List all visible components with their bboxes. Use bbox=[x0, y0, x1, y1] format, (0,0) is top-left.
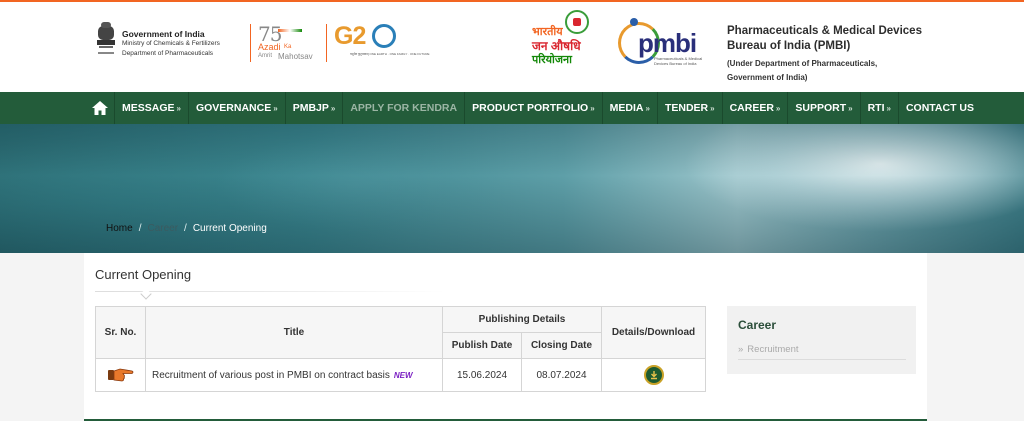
chevron-down-icon: » bbox=[848, 103, 853, 113]
double-chevron-right-icon: » bbox=[738, 344, 744, 355]
nav-item-governance[interactable]: GOVERNANCE» bbox=[189, 92, 286, 124]
breadcrumb-home-link[interactable]: Home bbox=[106, 223, 133, 234]
nav-item-product-portfolio[interactable]: PRODUCT PORTFOLIO» bbox=[465, 92, 603, 124]
chevron-down-icon: » bbox=[330, 103, 336, 113]
g20-lotus-icon bbox=[372, 24, 396, 48]
cell-sr-no bbox=[95, 358, 146, 392]
header-details-download: Details/Download bbox=[601, 306, 706, 359]
bureau-title-block: Pharmaceuticals & Medical Devices Bureau… bbox=[727, 24, 922, 85]
site-header: Government of India Ministry of Chemical… bbox=[0, 2, 1024, 92]
cell-download bbox=[601, 358, 706, 392]
chevron-down-icon: » bbox=[886, 103, 891, 113]
nav-item-media[interactable]: MEDIA» bbox=[603, 92, 658, 124]
national-emblem-icon bbox=[97, 22, 115, 54]
ministry-name: Ministry of Chemicals & Fertilizers bbox=[122, 40, 220, 47]
section-title: Current Opening bbox=[95, 267, 192, 282]
chevron-down-icon: » bbox=[273, 103, 278, 113]
header-divider bbox=[326, 24, 327, 62]
bureau-name: Pharmaceuticals & Medical Devices bbox=[727, 25, 922, 37]
header-title: Title bbox=[145, 306, 443, 359]
g20-logo[interactable]: G2 वसुधैव कुटुम्बकम् ONE EARTH · ONE FAM… bbox=[334, 22, 430, 64]
download-button[interactable] bbox=[643, 365, 664, 385]
home-icon bbox=[91, 101, 108, 115]
nav-item-apply-for-kendra[interactable]: APPLY FOR KENDRA bbox=[343, 92, 466, 124]
breadcrumb: Home / Career / Current Opening bbox=[106, 223, 267, 234]
nav-home[interactable] bbox=[85, 92, 115, 124]
bureau-sub-2: Government of India) bbox=[727, 73, 808, 82]
chevron-down-icon: » bbox=[645, 103, 650, 113]
new-badge: NEW bbox=[393, 370, 413, 380]
table-row: Recruitment of various post in PMBI on c… bbox=[95, 358, 706, 392]
chevron-down-icon: » bbox=[176, 103, 181, 113]
breadcrumb-separator: / bbox=[138, 223, 142, 234]
sidebar-item-recruitment[interactable]: » Recruitment bbox=[738, 344, 906, 360]
header-closing-date: Closing Date bbox=[521, 332, 602, 359]
nav-item-career[interactable]: CAREER» bbox=[723, 92, 789, 124]
cell-publish-date: 15.06.2024 bbox=[442, 358, 522, 392]
header-sr-no: Sr. No. bbox=[95, 306, 146, 359]
breadcrumb-career-link[interactable]: Career bbox=[147, 223, 178, 234]
nav-item-contact-us[interactable]: CONTACT US bbox=[899, 92, 981, 124]
jan-aushadhi-logo[interactable]: भारतीय जन औषधि परियोजना bbox=[530, 10, 592, 70]
chevron-down-icon: » bbox=[710, 103, 715, 113]
nav-item-support[interactable]: SUPPORT» bbox=[788, 92, 861, 124]
breadcrumb-current: Current Opening bbox=[192, 223, 267, 234]
breadcrumb-separator: / bbox=[184, 223, 187, 234]
main-nav: MESSAGE» GOVERNANCE» PMBJP» APPLY FOR KE… bbox=[0, 92, 1024, 124]
tricolor-flag-icon bbox=[278, 29, 302, 32]
openings-table: Sr. No. Title Publishing Details Details… bbox=[95, 306, 706, 392]
header-publish-date: Publish Date bbox=[442, 332, 522, 359]
chevron-down-icon: » bbox=[775, 103, 781, 113]
header-divider bbox=[250, 24, 251, 62]
nav-item-message[interactable]: MESSAGE» bbox=[115, 92, 189, 124]
cell-title: Recruitment of various post in PMBI on c… bbox=[145, 358, 443, 392]
bureau-name-2: Bureau of India (PMBI) bbox=[727, 40, 851, 52]
cell-closing-date: 08.07.2024 bbox=[521, 358, 602, 392]
goi-text-block[interactable]: Government of India Ministry of Chemical… bbox=[122, 29, 220, 59]
opening-title-link[interactable]: Recruitment of various post in PMBI on c… bbox=[152, 370, 390, 381]
header-publishing-details: Publishing Details bbox=[442, 306, 602, 333]
sidebar-title: Career bbox=[738, 318, 777, 332]
chevron-down-icon: » bbox=[590, 103, 595, 113]
pmbi-logo[interactable]: pmbi Pharmaceuticals & Medical Devices B… bbox=[618, 18, 710, 68]
sidebar-item-label: Recruitment bbox=[747, 344, 799, 355]
nav-item-tender[interactable]: TENDER» bbox=[658, 92, 723, 124]
bureau-sub: (Under Department of Pharmaceuticals, bbox=[727, 59, 878, 68]
goi-title: Government of India bbox=[122, 29, 205, 39]
azadi-ka-amrit-mahotsav-logo[interactable]: 75 Azadi Ka Amrit Mahotsav bbox=[258, 22, 318, 64]
medical-cross-icon bbox=[565, 10, 589, 34]
nav-item-rti[interactable]: RTI» bbox=[861, 92, 899, 124]
pointing-hand-icon bbox=[107, 368, 133, 382]
page-banner: Home / Career / Current Opening bbox=[0, 124, 1024, 253]
sidebar-career: Career » Recruitment bbox=[727, 306, 916, 374]
department-name: Department of Pharmaceuticals bbox=[122, 50, 214, 57]
nav-item-pmbjp[interactable]: PMBJP» bbox=[286, 92, 344, 124]
download-icon bbox=[650, 371, 657, 380]
